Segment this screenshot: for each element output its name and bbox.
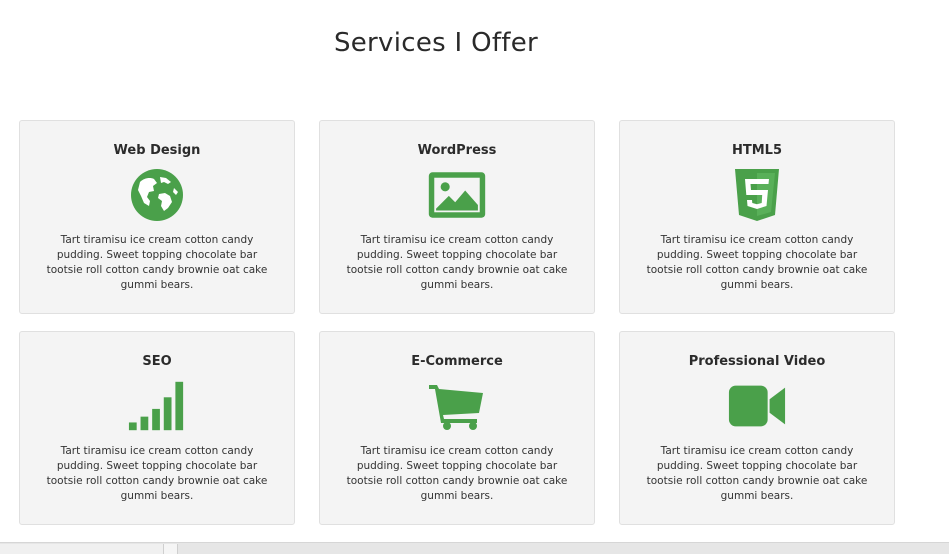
service-card-seo: SEO Tart tiramisu ice cream cotton candy… xyxy=(19,331,295,525)
video-camera-icon xyxy=(727,378,787,434)
service-title: HTML5 xyxy=(731,143,782,158)
service-title: E-Commerce xyxy=(411,354,503,369)
service-title: Professional Video xyxy=(688,354,826,369)
service-card-professional-video: Professional Video Tart tiramisu ice cre… xyxy=(619,331,895,525)
service-card-html5: HTML5 Tart tiramisu ice cream cotton can… xyxy=(619,120,895,314)
service-card-e-commerce: E-Commerce Tart tiramisu ice cream cotto… xyxy=(319,331,595,525)
service-description: Tart tiramisu ice cream cotton candy pud… xyxy=(346,445,568,502)
service-description: Tart tiramisu ice cream cotton candy pud… xyxy=(46,234,268,291)
service-title: SEO xyxy=(142,354,172,369)
signal-bars-icon xyxy=(127,378,187,434)
service-card-web-design: Web Design Tart tiramisu ice cream cotto… xyxy=(19,120,295,314)
service-description: Tart tiramisu ice cream cotton candy pud… xyxy=(646,445,868,502)
image-icon xyxy=(427,167,487,223)
service-card-wordpress: WordPress Tart tiramisu ice cream cotton… xyxy=(319,120,595,314)
service-title: Web Design xyxy=(113,143,201,158)
globe-icon xyxy=(127,167,187,223)
service-description: Tart tiramisu ice cream cotton candy pud… xyxy=(346,234,568,291)
scrollbar-arrow[interactable] xyxy=(164,544,178,554)
horizontal-scrollbar[interactable] xyxy=(0,542,949,554)
html5-icon xyxy=(727,167,787,223)
scrollbar-thumb[interactable] xyxy=(0,544,164,554)
shopping-cart-icon xyxy=(427,378,487,434)
page-title: Services I Offer xyxy=(333,28,539,58)
service-title: WordPress xyxy=(417,143,497,158)
service-description: Tart tiramisu ice cream cotton candy pud… xyxy=(646,234,868,291)
service-description: Tart tiramisu ice cream cotton candy pud… xyxy=(46,445,268,502)
